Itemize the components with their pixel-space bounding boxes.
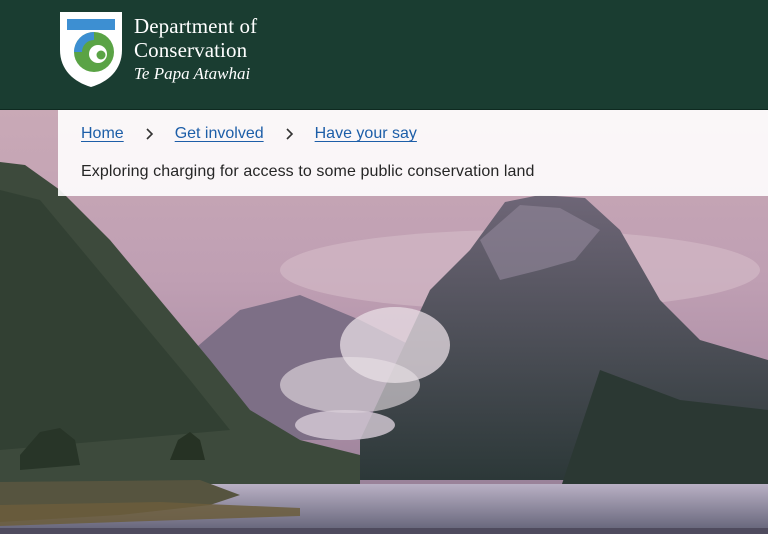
logo-line-department: Department of: [134, 14, 258, 38]
doc-logo-link[interactable]: Department of Conservation Te Papa Atawh…: [58, 10, 288, 90]
chevron-right-icon: [146, 128, 153, 140]
logo-line-maori-name: Te Papa Atawhai: [134, 64, 251, 83]
breadcrumb: Home Get involved Have your say: [81, 125, 417, 143]
breadcrumb-link-have-your-say[interactable]: Have your say: [315, 125, 417, 143]
breadcrumb-panel: Home Get involved Have your say Explorin…: [58, 110, 768, 196]
breadcrumb-link-home[interactable]: Home: [81, 125, 124, 143]
chevron-right-icon: [286, 128, 293, 140]
breadcrumb-link-get-involved[interactable]: Get involved: [175, 125, 264, 143]
breadcrumb-current-page: Exploring charging for access to some pu…: [81, 163, 535, 180]
site-header: Department of Conservation Te Papa Atawh…: [0, 0, 768, 110]
logo-text: Department of Conservation Te Papa Atawh…: [134, 14, 257, 85]
doc-shield-koru-icon: [60, 12, 122, 87]
logo-line-conservation: Conservation: [134, 38, 248, 62]
